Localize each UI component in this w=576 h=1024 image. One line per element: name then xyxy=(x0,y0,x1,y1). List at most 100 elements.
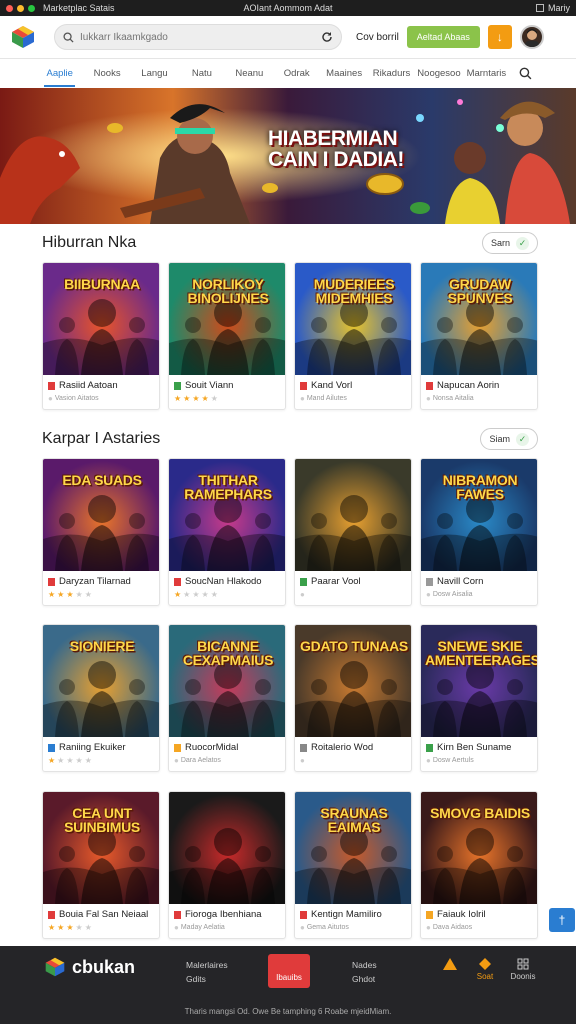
tab-noogesoo[interactable]: Noogesoo xyxy=(415,59,462,89)
game-name[interactable]: SoucNan Hlakodo xyxy=(185,576,262,587)
hero-banner[interactable]: HIABERMIAN CAIN I DADIA! xyxy=(0,88,576,224)
game-thumbnail[interactable] xyxy=(169,792,285,904)
game-thumbnail[interactable]: THITHAR RAMEPHARS xyxy=(169,459,285,571)
game-name[interactable]: Souit Viann xyxy=(185,380,233,391)
footer-logo[interactable]: cbukan xyxy=(44,956,135,978)
search-input[interactable] xyxy=(80,31,315,43)
game-name[interactable]: Rasiid Aatoan xyxy=(59,380,118,391)
game-thumbnail[interactable]: BIIBURNAA xyxy=(43,263,159,375)
search-bar[interactable] xyxy=(54,24,342,50)
game-card[interactable]: MUDERIEES MIDEMHIES Kand Vorl ● Mand Ailute… xyxy=(294,262,412,410)
game-thumbnail[interactable]: EDA SUADS xyxy=(43,459,159,571)
game-card[interactable]: SNEWE SKIE AMENTEERAGES Kirn Ben Suname ● D… xyxy=(420,624,538,772)
game-thumbnail[interactable]: GRUDAW SPUNVES xyxy=(421,263,537,375)
game-name[interactable]: Kirn Ben Suname xyxy=(437,742,511,753)
game-name[interactable]: Kentign Mamiliro xyxy=(311,909,382,920)
refresh-icon[interactable] xyxy=(321,31,333,43)
game-thumbnail[interactable]: CEA UNT SUINBIMUS xyxy=(43,792,159,904)
download-button[interactable]: ↓ xyxy=(487,25,512,49)
game-thumbnail[interactable]: NORLIKOY BINOLIJNES xyxy=(169,263,285,375)
game-name[interactable]: Faiauk Iolril xyxy=(437,909,486,920)
tab-langu[interactable]: Langu xyxy=(131,59,178,89)
minimize-window-button[interactable] xyxy=(17,4,24,12)
game-tag-icon xyxy=(426,910,433,919)
warning-icon[interactable] xyxy=(440,958,460,972)
tab-search-icon[interactable] xyxy=(510,59,540,89)
footer-red-button[interactable]: Ibauibs xyxy=(268,954,310,988)
footer-copyright: Tharis mangsi Od. Owe Be tamphing 6 Roab… xyxy=(184,1007,392,1016)
footer-link[interactable]: Ghdot xyxy=(352,972,377,986)
feedback-button[interactable]: † xyxy=(549,908,575,932)
footer-link[interactable]: Nades xyxy=(352,958,377,972)
game-name[interactable]: RuocorMidal xyxy=(185,742,238,753)
game-name-row: Souit Viann xyxy=(169,375,285,391)
game-card[interactable]: EDA SUADS Daryzan Tilarnad ★ ★ ★ ★ ★ xyxy=(42,458,160,606)
game-name[interactable]: Navill Corn xyxy=(437,576,483,587)
star-icon: ★ xyxy=(75,756,83,765)
game-thumbnail[interactable] xyxy=(295,459,411,571)
tab-odrak[interactable]: Odrak xyxy=(273,59,320,89)
game-thumbnail[interactable]: SNEWE SKIE AMENTEERAGES xyxy=(421,625,537,737)
tab-nooks[interactable]: Nooks xyxy=(83,59,130,89)
game-card[interactable]: CEA UNT SUINBIMUS Bouia Fal San Neiaal ★ ★ ★… xyxy=(42,791,160,939)
game-card[interactable]: SRAUNAS EAIMAS Kentign Mamiliro ● Gema Aitu… xyxy=(294,791,412,939)
tab-marntaris[interactable]: Marntaris xyxy=(463,59,510,89)
app-logo-icon[interactable] xyxy=(10,24,36,50)
close-window-button[interactable] xyxy=(6,4,13,12)
game-thumbnail[interactable]: MUDERIEES MIDEMHIES xyxy=(295,263,411,375)
game-name-row: Napucan Aorin xyxy=(421,375,537,391)
see-all-button[interactable]: Siam ✓ xyxy=(480,428,538,450)
game-card[interactable]: Fioroga Ibenhiana ● Maday Aelatia xyxy=(168,791,286,939)
tab-maaines[interactable]: Maaines xyxy=(320,59,367,89)
user-menu-label[interactable]: Mariy xyxy=(548,3,570,13)
game-name[interactable]: Roitalerio Wod xyxy=(311,742,373,753)
tab-neanu[interactable]: Neanu xyxy=(226,59,273,89)
green-action-button[interactable]: Aeltad Abaas xyxy=(406,26,480,48)
top-toolbar: Cov borril Aeltad Abaas ↓ xyxy=(0,16,576,58)
game-thumbnail[interactable]: GDATO TUNAAS xyxy=(295,625,411,737)
game-name[interactable]: Kand Vorl xyxy=(311,380,352,391)
tab-rikadurs[interactable]: Rikadurs xyxy=(368,59,415,89)
toolbar-link[interactable]: Cov borril xyxy=(356,32,399,43)
star-icon: ★ xyxy=(75,923,83,932)
see-all-button[interactable]: Sarn ✓ xyxy=(481,232,538,254)
game-name[interactable]: Paarar Vool xyxy=(311,576,361,587)
checkbox-icon[interactable] xyxy=(536,4,544,12)
game-card[interactable]: BIIBURNAA Rasiid Aatoan ● Vasion Aitatos xyxy=(42,262,160,410)
game-thumbnail[interactable]: NIBRAMON FAWES xyxy=(421,459,537,571)
game-card[interactable]: SIONIERE Raniing Ekuiker ★ ★ ★ ★ ★ xyxy=(42,624,160,772)
rating-icon: ● xyxy=(174,923,179,932)
game-card[interactable]: THITHAR RAMEPHARS SoucNan Hlakodo ★ ★ ★ ★ ★ xyxy=(168,458,286,606)
game-grid: BIIBURNAA Rasiid Aatoan ● Vasion Aitatos NOR… xyxy=(42,262,538,410)
game-name[interactable]: Napucan Aorin xyxy=(437,380,499,391)
game-card[interactable]: GDATO TUNAAS Roitalerio Wod ● xyxy=(294,624,412,772)
game-card[interactable]: NORLIKOY BINOLIJNES Souit Viann ★ ★ ★ ★ ★ xyxy=(168,262,286,410)
game-name[interactable]: Fioroga Ibenhiana xyxy=(185,909,262,920)
game-card[interactable]: GRUDAW SPUNVES Napucan Aorin ● Nonsa Aitali… xyxy=(420,262,538,410)
game-name[interactable]: Daryzan Tilarnad xyxy=(59,576,131,587)
game-thumbnail[interactable]: SRAUNAS EAIMAS xyxy=(295,792,411,904)
footer-link[interactable]: Gdits xyxy=(186,972,228,986)
game-card[interactable]: NIBRAMON FAWES Navill Corn ● Dosw Aisalia xyxy=(420,458,538,606)
see-all-label: Sarn xyxy=(490,238,510,248)
star-icon: ★ xyxy=(66,590,74,599)
game-thumbnail[interactable]: BICANNE CEXAPMAIUS xyxy=(169,625,285,737)
maximize-window-button[interactable] xyxy=(28,4,35,12)
game-thumbnail[interactable]: SMOVG BAIDIS xyxy=(421,792,537,904)
star-icon: ★ xyxy=(84,756,92,765)
tab-aaplie[interactable]: Aaplie xyxy=(36,59,83,89)
category-tabs: Aaplie Nooks Langu Natu Neanu Odrak Maaines Rik… xyxy=(0,58,576,88)
game-card[interactable]: SMOVG BAIDIS Faiauk Iolril ● Dava Aidaos xyxy=(420,791,538,939)
game-card[interactable]: BICANNE CEXAPMAIUS RuocorMidal ● Dara Aelat… xyxy=(168,624,286,772)
game-meta: ★ ★ ★ ★ ★ xyxy=(43,753,159,768)
avatar[interactable] xyxy=(519,25,544,49)
game-thumbnail[interactable]: SIONIERE xyxy=(43,625,159,737)
game-card[interactable]: Paarar Vool ● xyxy=(294,458,412,606)
footer-link[interactable]: Malerlaires xyxy=(186,958,228,972)
footer-item-orange[interactable]: Soat xyxy=(472,958,498,981)
game-name[interactable]: Raniing Ekuiker xyxy=(59,742,126,753)
star-icon: ★ xyxy=(183,394,191,403)
game-name[interactable]: Bouia Fal San Neiaal xyxy=(59,909,148,920)
footer-item-doc[interactable]: Doonis xyxy=(508,958,538,981)
tab-natu[interactable]: Natu xyxy=(178,59,225,89)
